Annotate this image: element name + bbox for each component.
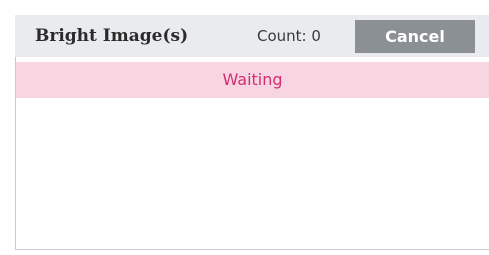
panel-header: Bright Image(s) Count: 0 Cancel	[15, 15, 489, 57]
image-count: Count: 0	[257, 27, 321, 45]
panel-title: Bright Image(s)	[35, 26, 189, 46]
image-list: Waiting	[15, 57, 489, 250]
status-row-waiting: Waiting	[16, 62, 489, 98]
cancel-button[interactable]: Cancel	[355, 20, 475, 53]
bright-images-panel: Bright Image(s) Count: 0 Cancel Waiting	[0, 0, 489, 255]
